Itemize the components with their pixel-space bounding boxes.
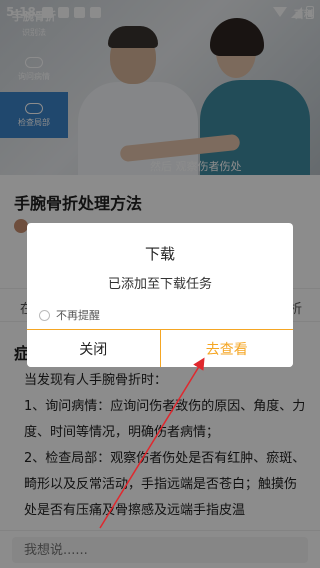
dialog-buttons: 关闭 去查看 [27, 329, 293, 367]
close-button[interactable]: 关闭 [27, 330, 161, 367]
dont-remind-label: 不再提醒 [56, 309, 100, 322]
dialog-title: 下载 [144, 245, 175, 263]
download-dialog: 下载 已添加至下载任务 不再提醒 关闭 去查看 [27, 223, 293, 367]
dont-remind-option[interactable]: 不再提醒 [39, 307, 100, 323]
radio-icon[interactable] [39, 309, 50, 321]
dialog-message: 已添加至下载任务 [107, 277, 212, 292]
view-button[interactable]: 去查看 [160, 330, 293, 367]
